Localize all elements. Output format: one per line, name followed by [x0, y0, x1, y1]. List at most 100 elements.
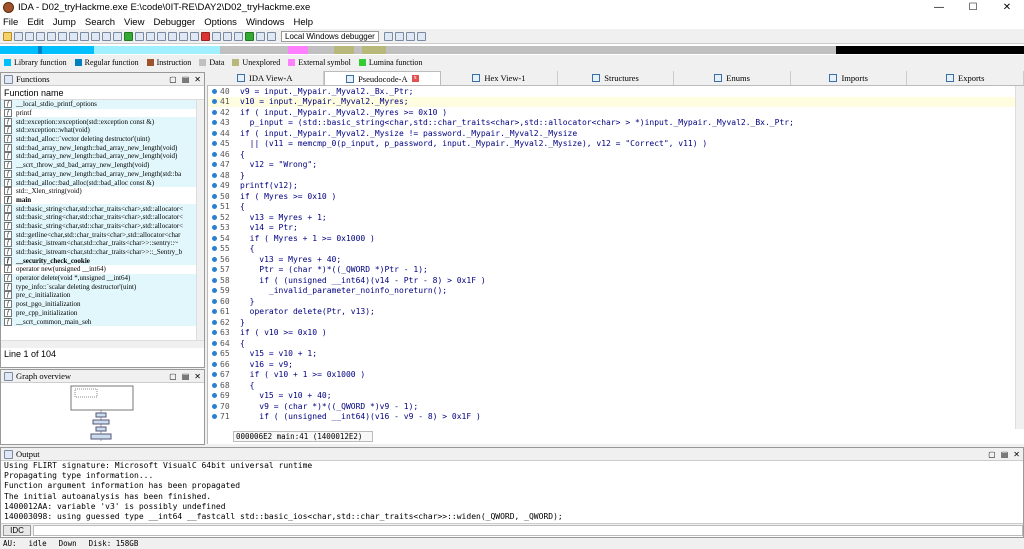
code-text[interactable]: operator delete(Ptr, v13); [240, 307, 375, 316]
function-list-item[interactable]: f std::bad_alloc::bad_alloc(std::bad_allo… [1, 178, 204, 187]
search-text-icon[interactable] [69, 31, 78, 41]
restore-icon[interactable]: ▢ [169, 372, 177, 381]
line-marker-icon[interactable] [212, 109, 217, 115]
function-list-item[interactable]: f std::_Xlen_string(void) [1, 187, 204, 196]
code-text[interactable]: v15 = v10 + 40; [240, 391, 331, 400]
line-marker-icon[interactable] [212, 130, 217, 136]
line-marker-icon[interactable] [212, 298, 217, 304]
code-text[interactable]: if ( v10 >= 0x10 ) [240, 328, 327, 337]
line-marker-icon[interactable] [212, 330, 217, 336]
hex-icon[interactable] [58, 31, 67, 41]
line-marker-icon[interactable] [212, 214, 217, 220]
output-log[interactable]: Using FLIRT signature: Microsoft VisualC… [1, 461, 1023, 523]
code-text[interactable]: if ( (unsigned __int64)(v16 - v9 - 8) > … [240, 412, 481, 421]
code-text[interactable]: { [240, 244, 255, 253]
function-list-item[interactable]: f std::basic_string<char,std::char_traits… [1, 204, 204, 213]
line-marker-icon[interactable] [212, 361, 217, 367]
function-list-item[interactable]: f std::bad_array_new_length::bad_array_ne… [1, 169, 204, 179]
code-text[interactable]: { [240, 339, 245, 348]
data-icon[interactable] [113, 31, 122, 41]
code-line[interactable]: 45 || (v11 = memcmp_0(p_input, p_passwor… [208, 139, 1016, 150]
navigation-band[interactable] [0, 43, 1024, 55]
tab-close-icon[interactable]: x [411, 75, 419, 82]
code-line[interactable]: 46 { [208, 149, 1016, 160]
function-list-item[interactable]: f std::getline<char,std::char_traits<char… [1, 230, 204, 239]
code-line[interactable]: 60 } [208, 296, 1016, 307]
function-list-item[interactable]: f pre_cpp_initialization [1, 308, 204, 318]
code-text[interactable]: { [240, 150, 245, 159]
restore-icon[interactable]: ▢ [169, 75, 177, 84]
code-line[interactable]: 59 _invalid_parameter_noinfo_noreturn(); [208, 286, 1016, 297]
line-marker-icon[interactable] [212, 172, 217, 178]
function-list-item[interactable]: f std::basic_string<char,std::char_traits… [1, 221, 204, 231]
code-scrollbar[interactable] [1015, 86, 1024, 429]
forward-icon[interactable] [36, 31, 45, 41]
code-text[interactable]: printf(v12); [240, 181, 298, 190]
step-over-icon[interactable] [416, 31, 426, 41]
function-list-item[interactable]: f std::basic_istream<char,std::char_trait… [1, 239, 204, 248]
code-text[interactable]: if ( Myres + 1 >= 0x1000 ) [240, 234, 375, 243]
code-line[interactable]: 52 v13 = Myres + 1; [208, 212, 1016, 223]
tab-imports[interactable]: Imports [791, 71, 908, 85]
menu-help[interactable]: Help [293, 17, 313, 28]
pointer-icon[interactable] [223, 31, 232, 41]
tab-pseudocode-a[interactable]: Pseudocode-A x [323, 71, 442, 85]
close-icon[interactable]: ✕ [1013, 450, 1020, 459]
tab-structures[interactable]: Structures [558, 71, 675, 85]
line-marker-icon[interactable] [212, 246, 217, 252]
code-line[interactable]: 49 printf(v12); [208, 181, 1016, 192]
code-line[interactable]: 64 { [208, 338, 1016, 349]
function-list-item[interactable]: f post_pgo_initialization [1, 299, 204, 309]
tab-ida-view-a[interactable]: IDA View-A [207, 71, 324, 85]
menu-view[interactable]: View [124, 17, 144, 28]
code-line[interactable]: 56 v13 = Myres + 40; [208, 254, 1016, 265]
menu-search[interactable]: Search [85, 17, 115, 28]
xref-icon[interactable] [168, 31, 177, 41]
command-input[interactable] [33, 524, 1023, 536]
pause-icon[interactable] [256, 31, 265, 41]
code-text[interactable]: p_input = (std::basic_string<char,std::c… [240, 118, 794, 127]
code-text[interactable]: v16 = v9; [240, 360, 293, 369]
code-text[interactable]: || (v11 = memcmp_0(p_input, p_password, … [240, 139, 708, 148]
menu-windows[interactable]: Windows [246, 17, 285, 28]
menu-jump[interactable]: Jump [53, 17, 76, 28]
close-x-icon[interactable] [234, 31, 243, 41]
search-binary-icon[interactable] [80, 31, 89, 41]
function-name-header[interactable]: Function name [1, 86, 204, 100]
code-text[interactable]: { [240, 381, 255, 390]
line-marker-icon[interactable] [212, 277, 217, 283]
pseudocode-view[interactable]: 40 v9 = input._Mypair._Myval2._Bx._Ptr; 41… [207, 86, 1024, 444]
code-line[interactable]: 66 v16 = v9; [208, 359, 1016, 370]
code-line[interactable]: 68 { [208, 380, 1016, 391]
line-marker-icon[interactable] [212, 151, 217, 157]
breakpoint-icon[interactable] [201, 31, 210, 41]
code-line[interactable]: 67 if ( v10 + 1 >= 0x1000 ) [208, 370, 1016, 381]
save-icon[interactable] [14, 31, 23, 41]
function-list-item[interactable]: f printf [1, 109, 204, 118]
close-button[interactable]: ✕ [990, 2, 1024, 13]
code-text[interactable]: if ( (unsigned __int64)(v14 - Ptr - 8) >… [240, 276, 485, 285]
tab-enums[interactable]: Enums [674, 71, 791, 85]
code-line[interactable]: 55 { [208, 244, 1016, 255]
menu-edit[interactable]: Edit [27, 17, 43, 28]
code-line[interactable]: 70 v9 = (char *)*((_QWORD *)v9 - 1); [208, 401, 1016, 412]
code-text[interactable]: v12 = "Wrong"; [240, 160, 317, 169]
down-arrow-icon[interactable] [91, 31, 100, 41]
line-marker-icon[interactable] [212, 414, 217, 420]
close-icon[interactable]: ✕ [194, 372, 201, 381]
close-icon[interactable]: ✕ [194, 75, 201, 84]
code-area[interactable]: 40 v9 = input._Mypair._Myval2._Bx._Ptr; 41… [208, 86, 1016, 429]
code-line[interactable]: 69 v15 = v10 + 40; [208, 391, 1016, 402]
line-marker-icon[interactable] [212, 235, 217, 241]
line-marker-icon[interactable] [212, 403, 217, 409]
line-marker-icon[interactable] [212, 309, 217, 315]
green-circle-icon[interactable] [124, 31, 133, 41]
graph-icon[interactable] [212, 31, 221, 41]
menu-options[interactable]: Options [204, 17, 237, 28]
code-text[interactable]: v10 = input._Mypair._Myval2._Myres; [240, 97, 409, 106]
line-marker-icon[interactable] [212, 382, 217, 388]
line-marker-icon[interactable] [212, 162, 217, 168]
functions-icon[interactable] [135, 31, 144, 41]
function-list-item[interactable]: f std::bad_array_new_length::bad_array_ne… [1, 152, 204, 161]
line-marker-icon[interactable] [212, 393, 217, 399]
